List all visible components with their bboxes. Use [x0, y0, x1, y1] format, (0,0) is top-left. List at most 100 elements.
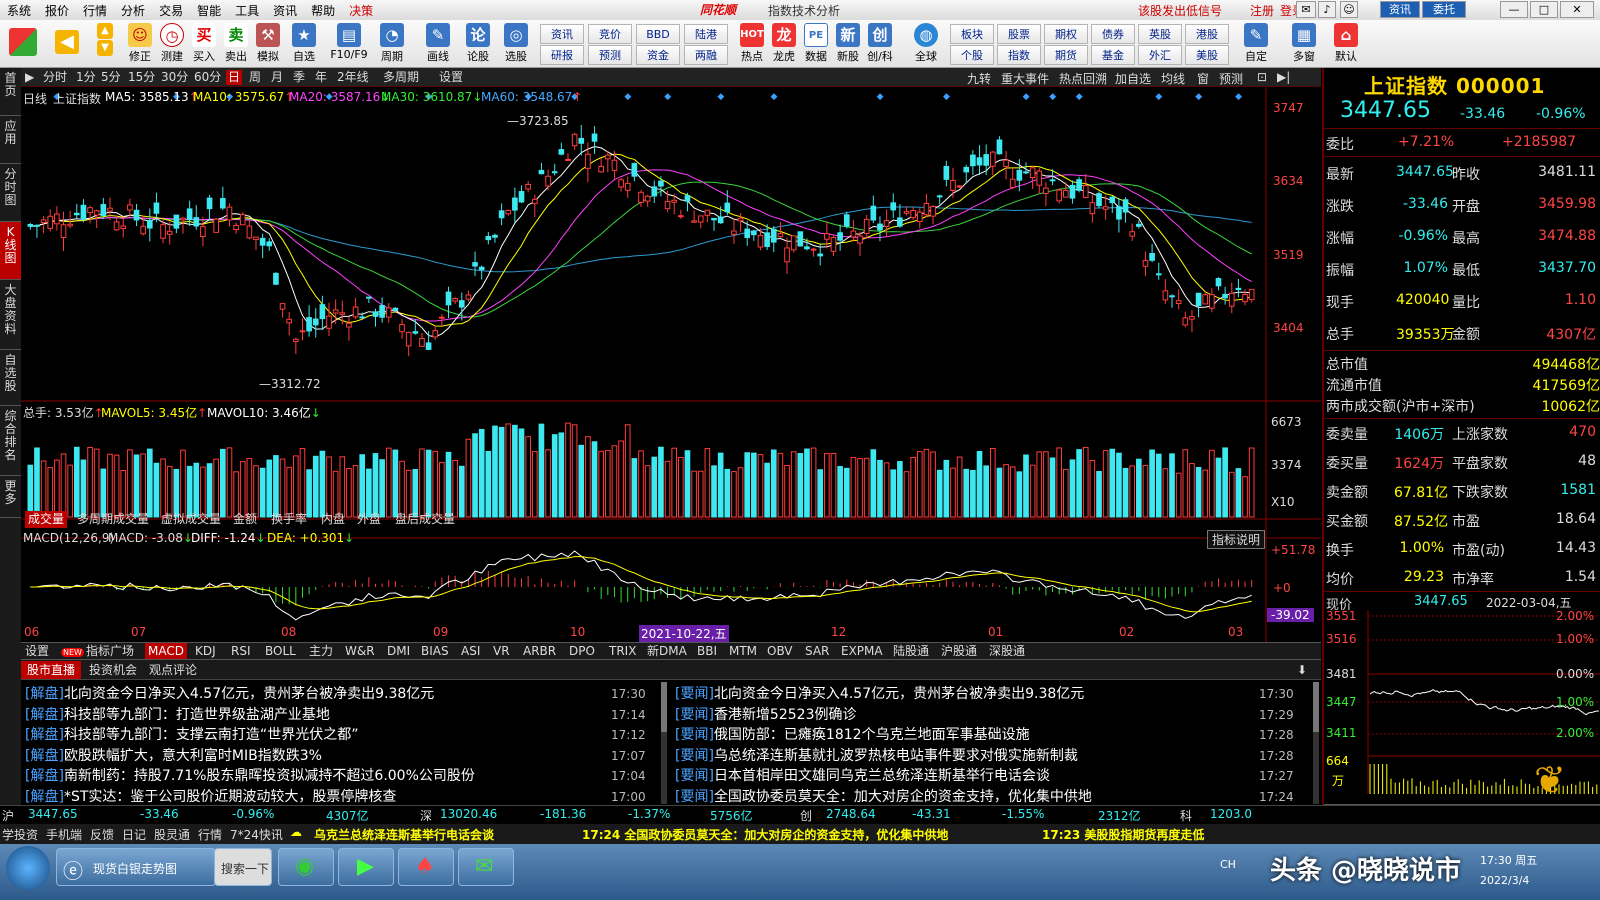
ind-tab-plaza[interactable]: NEW 指标广场 — [61, 643, 134, 660]
toolbar-grid-uk[interactable]: 英股 — [1138, 24, 1182, 44]
sidebar-tab-apps[interactable]: 应用 — [0, 116, 21, 164]
period-30min[interactable]: 30分 — [161, 70, 188, 85]
vol-tab-virtual[interactable]: 虚拟成交量 — [161, 511, 221, 528]
ind-tab-trix[interactable]: TRIX — [609, 643, 636, 660]
sidebar-tab-timeshare[interactable]: 分时图 — [0, 164, 21, 222]
ind-tab-mtm[interactable]: MTM — [729, 643, 757, 660]
ind-tab-expma[interactable]: EXPMA — [841, 643, 883, 660]
lock-icon[interactable]: ⊡ — [1257, 70, 1267, 84]
toolbar-grid-forex[interactable]: 外汇 — [1138, 45, 1182, 65]
home-grid-icon[interactable] — [6, 22, 40, 66]
up-down-arrow-icon[interactable]: ▲ ▼ — [92, 22, 118, 66]
event-marker-icon[interactable]: ◆ — [664, 92, 671, 102]
play-icon[interactable]: ▶ — [25, 70, 34, 85]
ind-tab-newdma[interactable]: 新DMA — [647, 643, 687, 660]
ticker-link-learn[interactable]: 学投资 — [2, 826, 38, 843]
ind-tab-lugutong[interactable]: 陆股通 — [893, 643, 929, 660]
ticker-link-diary[interactable]: 日记 — [122, 826, 146, 843]
register-link[interactable]: 注册 — [1250, 2, 1274, 19]
tray-clock-date[interactable]: 2022/3/4 — [1480, 874, 1529, 887]
taskbar-media-icon[interactable]: ▶ — [338, 848, 394, 886]
ticker-link-mobile[interactable]: 手机端 — [46, 826, 82, 843]
toolbar-grid-bbd[interactable]: BBD — [636, 24, 680, 44]
ind-tab-vr[interactable]: VR — [493, 643, 510, 660]
event-marker-icon[interactable]: ◆ — [1235, 92, 1242, 102]
period-multi[interactable]: 多周期 — [383, 70, 419, 85]
ticker-link-724[interactable]: 7*24快讯 — [230, 826, 283, 843]
ind-tab-arbr[interactable]: ARBR — [523, 643, 556, 660]
info-button[interactable]: 资讯 — [1380, 1, 1420, 18]
toolbar-period[interactable]: ◔ 周期 — [372, 22, 412, 66]
toolbar-chuangke[interactable]: 创创/科 — [860, 22, 900, 66]
ind-tab-shengutong[interactable]: 深股通 — [989, 643, 1025, 660]
vol-tab-outer[interactable]: 外盘 — [357, 511, 381, 528]
maximize-button[interactable]: □ — [1530, 1, 1558, 18]
toolbar-grid-index[interactable]: 指数 — [997, 45, 1041, 65]
toolbar-select[interactable]: ◎ 选股 — [496, 22, 536, 66]
news-item[interactable]: [解盘]科技部等九部门：打造世界级盐湖产业基地 — [25, 705, 330, 726]
menu-quote[interactable]: 报价 — [38, 2, 76, 19]
minimize-button[interactable]: — — [1500, 1, 1528, 18]
add-watchlist-button[interactable]: 加自选 — [1115, 70, 1151, 87]
ticker-news-1[interactable]: 乌克兰总统泽连斯基举行电话会谈 — [314, 826, 494, 843]
windows-start-icon[interactable] — [6, 846, 50, 890]
toolbar-grid-report[interactable]: 研报 — [540, 45, 584, 65]
ind-tab-macd[interactable]: MACD — [145, 643, 187, 660]
toolbar-simulate[interactable]: ⚒ 模拟 — [248, 22, 288, 66]
news-tab-live[interactable]: 股市直播 — [21, 661, 82, 679]
news-tab-opportunity[interactable]: 投资机会 — [83, 661, 143, 679]
news-item[interactable]: [要闻]香港新增52523例确诊 — [675, 705, 856, 726]
major-events-button[interactable]: 重大事件 — [1001, 70, 1049, 87]
toolbar-grid-auction[interactable]: 竞价 — [588, 24, 632, 44]
ticker-news-2[interactable]: 17:24 全国政协委员莫天全：加大对房企的资金支持，优化集中供地 — [582, 826, 948, 843]
sidebar-tab-ranking[interactable]: 综合排名 — [0, 406, 21, 476]
close-button[interactable]: ✕ — [1560, 1, 1594, 18]
news-item[interactable]: [要闻]北向资金今日净买入4.57亿元，贵州茅台被净卖出9.38亿元 — [675, 684, 1084, 705]
news-item[interactable]: [要闻]日本首相岸田文雄同乌克兰总统泽连斯基举行电话会谈 — [675, 766, 1050, 787]
news-item[interactable]: [要闻]乌总统泽连斯基就扎波罗热核电站事件要求对俄实施新制裁 — [675, 746, 1078, 767]
tray-clock-time[interactable]: 17:30 周五 — [1480, 852, 1537, 868]
toolbar-grid-sector[interactable]: 板块 — [950, 24, 994, 44]
period-timeshare[interactable]: 分时 — [43, 70, 67, 85]
menu-system[interactable]: 系统 — [0, 2, 38, 19]
ind-tab-dmi[interactable]: DMI — [387, 643, 410, 660]
sidebar-tab-more[interactable]: 更多 — [0, 476, 21, 518]
news-item[interactable]: [要闻]俄国防部：已瘫痪1812个乌克兰地面军事基础设施 — [675, 725, 1030, 746]
ma-button[interactable]: 均线 — [1161, 70, 1185, 87]
hotspot-replay-button[interactable]: 热点回溯 — [1059, 70, 1107, 87]
vol-tab-multi[interactable]: 多周期成交量 — [77, 511, 149, 528]
toolbar-grid-margin[interactable]: 两融 — [684, 45, 728, 65]
ind-tab-bbi[interactable]: BBI — [697, 643, 717, 660]
toolbar-multiwin[interactable]: ▦ 多窗 — [1284, 22, 1324, 66]
event-marker-icon[interactable]: ◆ — [943, 92, 950, 102]
toolbar-grid-fundmkt[interactable]: 基金 — [1091, 45, 1135, 65]
toolbar-grid-single[interactable]: 个股 — [950, 45, 994, 65]
news-scrollbar[interactable] — [661, 682, 667, 804]
news-item[interactable]: [解盘]欧股跌幅扩大，意大利富时MIB指数跌3% — [25, 746, 322, 767]
sidebar-tab-home[interactable]: 首页 — [0, 68, 21, 116]
taskbar-browser-icon[interactable]: ◉ — [278, 848, 334, 886]
period-5min[interactable]: 5分 — [101, 70, 121, 85]
sidebar-tab-market-info[interactable]: 大盘资料 — [0, 280, 21, 350]
event-marker-icon[interactable]: ◆ — [717, 92, 724, 102]
ticker-link-market[interactable]: 行情 — [198, 826, 222, 843]
commission-button[interactable]: 委托 — [1422, 1, 1466, 18]
menu-trade[interactable]: 交易 — [152, 2, 190, 19]
news-item[interactable]: [解盘]科技部等九部门：支撑云南打造“世界光伏之都” — [25, 725, 358, 746]
period-day[interactable]: 日 — [226, 70, 243, 85]
taskbar-wechat-icon[interactable]: ✉ — [458, 848, 514, 886]
toolbar-grid-info[interactable]: 资讯 — [540, 24, 584, 44]
back-arrow-icon[interactable]: ◀ — [52, 22, 82, 66]
toolbar-global[interactable]: ◍ 全球 — [906, 22, 946, 66]
toolbar-grid-forecast[interactable]: 预测 — [588, 45, 632, 65]
mail-icon[interactable]: ✉ — [1296, 1, 1316, 18]
event-marker-icon[interactable]: ◆ — [877, 92, 884, 102]
signal-link[interactable]: 该股发出低信号 — [1138, 2, 1222, 19]
event-marker-icon[interactable]: ◆ — [1155, 92, 1162, 102]
menu-help[interactable]: 帮助 — [304, 2, 342, 19]
ind-tab-sar[interactable]: SAR — [805, 643, 829, 660]
taskbar-search[interactable]: 搜索一下 — [214, 848, 272, 886]
toolbar-grid-option[interactable]: 期权 — [1044, 24, 1088, 44]
tray-lang[interactable]: CH — [1220, 858, 1236, 871]
ind-tab-rsi[interactable]: RSI — [231, 643, 251, 660]
